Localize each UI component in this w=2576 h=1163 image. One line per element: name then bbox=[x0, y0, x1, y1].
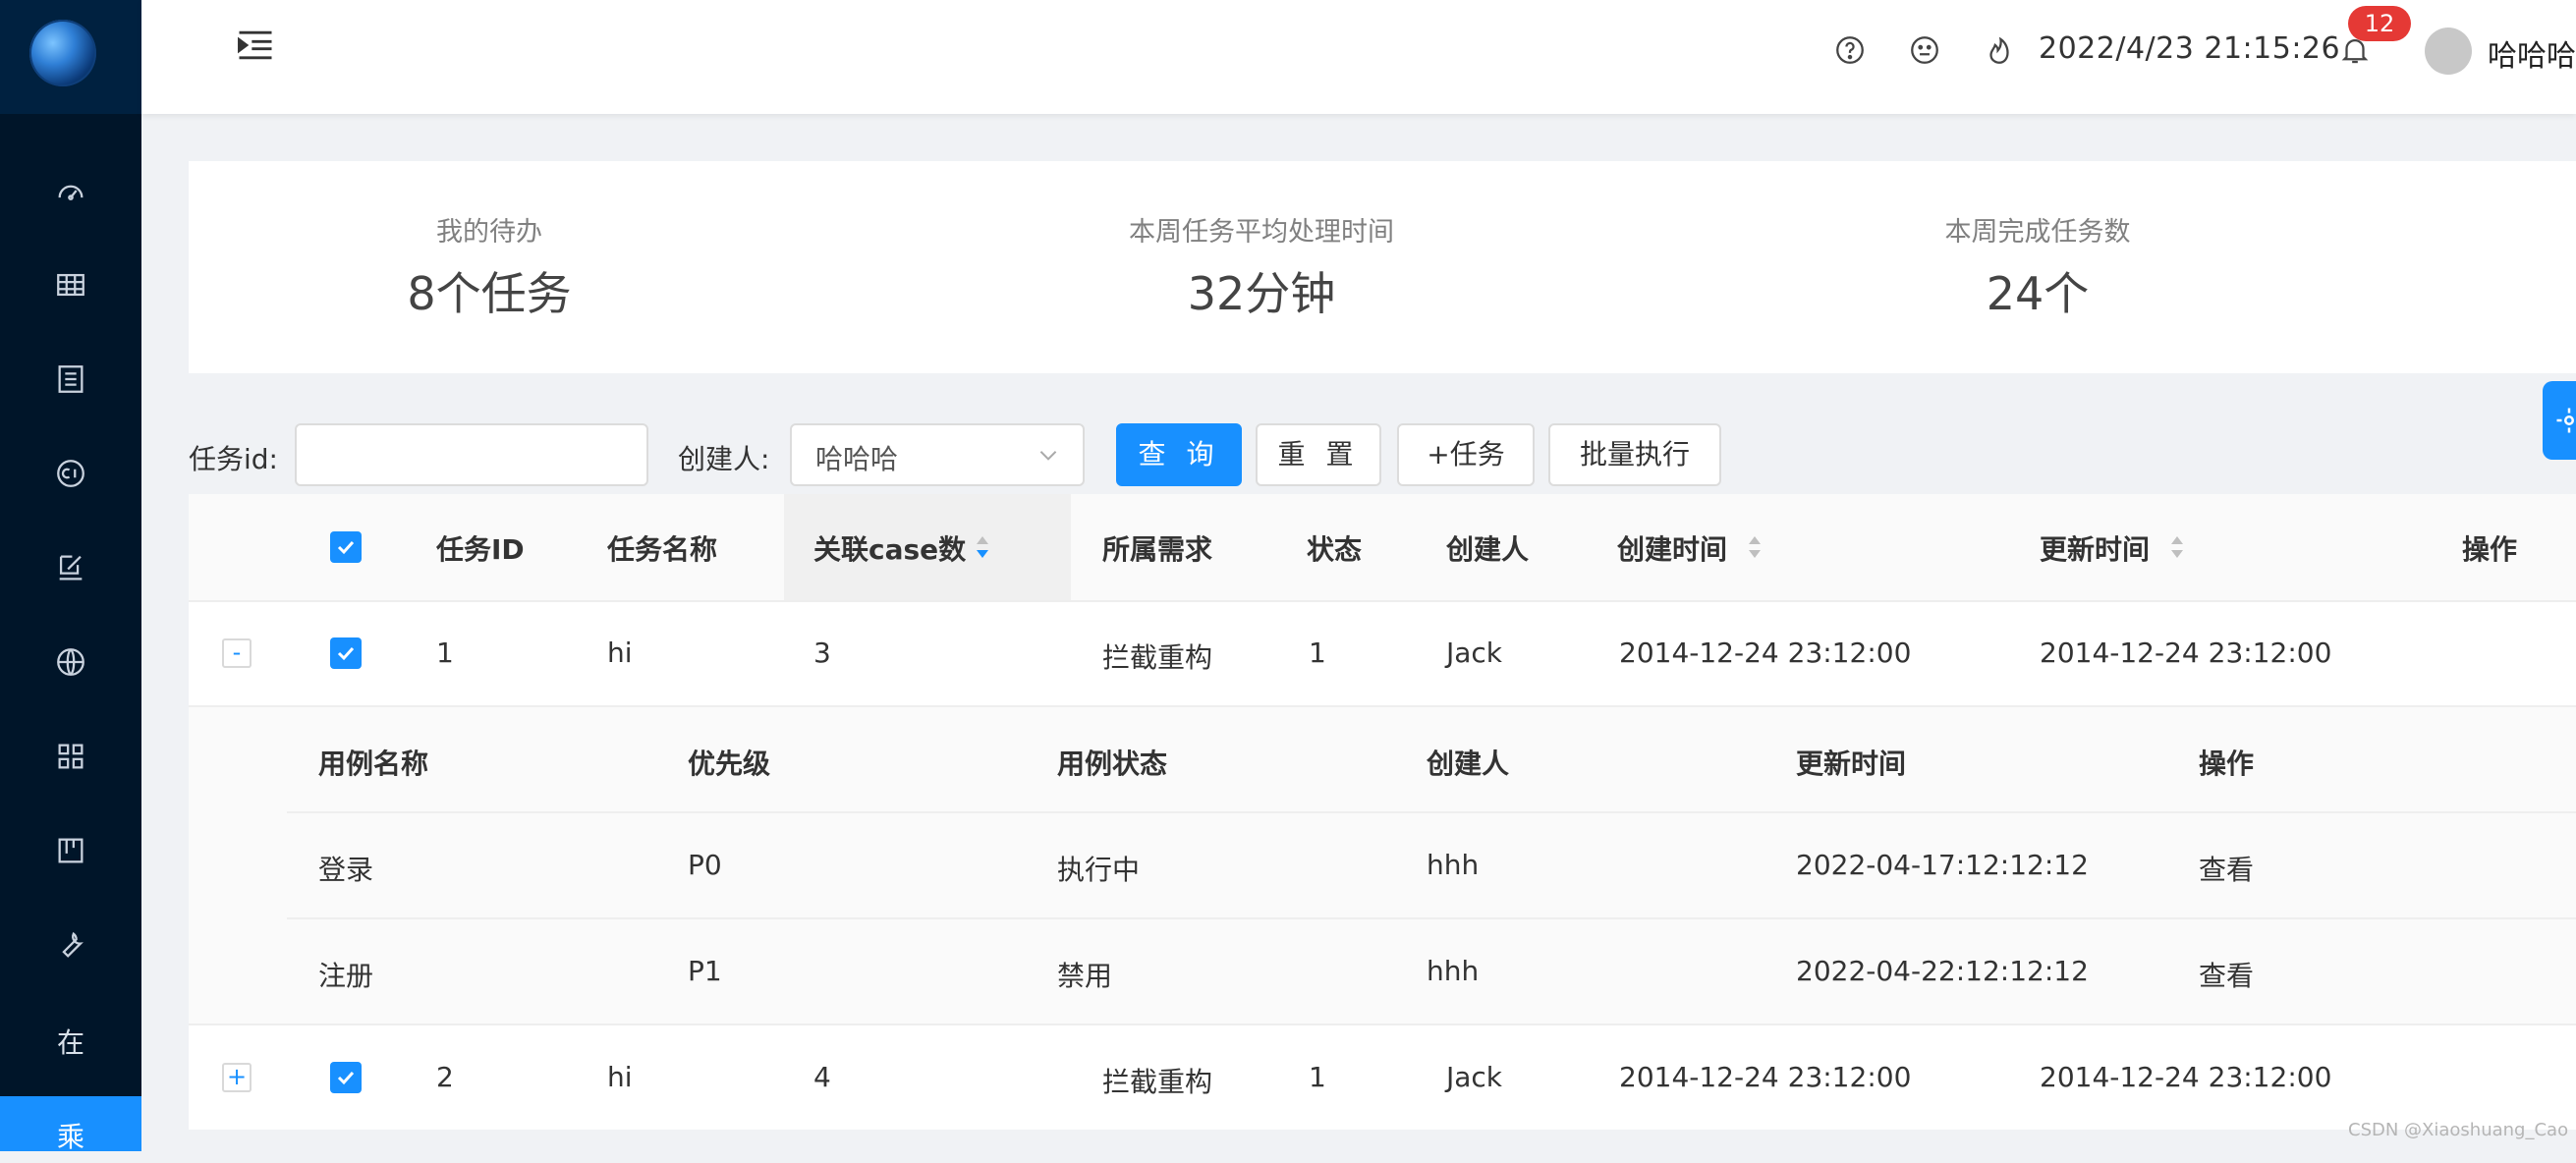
cell-task-id: 2 bbox=[436, 1061, 454, 1093]
sub-cell-creator: hhh bbox=[1427, 849, 1480, 881]
creator-label: 创建人: bbox=[678, 443, 770, 475]
cell-created-time: 2014-12-24 23:12:00 bbox=[1619, 1061, 1912, 1093]
ci-icon[interactable] bbox=[0, 444, 141, 503]
col-status[interactable]: 状态 bbox=[1307, 528, 1362, 568]
cell-requirement: 拦截重构 bbox=[1102, 1066, 1213, 1098]
stat-value: 24个 bbox=[1986, 267, 2090, 320]
sub-col-case-status: 用例状态 bbox=[1057, 748, 1168, 780]
sidebar-item-active-text[interactable]: 乘 bbox=[0, 1108, 141, 1163]
sub-cell-updated-time: 2022-04-22:12:12:12 bbox=[1796, 955, 2089, 987]
list-icon[interactable] bbox=[0, 350, 141, 409]
stat-value: 8个任务 bbox=[407, 267, 572, 320]
row-expand-button[interactable]: + bbox=[222, 1063, 252, 1092]
sort-icon[interactable] bbox=[975, 532, 990, 562]
sub-row-divider bbox=[287, 917, 2576, 919]
header-datetime: 2022/4/23 21:15:26 bbox=[2039, 31, 2341, 66]
batch-execute-button[interactable]: 批量执行 bbox=[1548, 423, 1721, 486]
add-task-button[interactable]: +任务 bbox=[1397, 423, 1535, 486]
select-all-checkbox[interactable] bbox=[330, 531, 362, 563]
edit-icon[interactable] bbox=[0, 538, 141, 597]
stat-label: 本周完成任务数 bbox=[1944, 217, 2131, 248]
cell-case-count: 3 bbox=[813, 637, 831, 669]
sub-col-actions: 操作 bbox=[2199, 748, 2255, 780]
cell-creator: Jack bbox=[1446, 1061, 1503, 1093]
col-creator[interactable]: 创建人 bbox=[1446, 528, 1529, 568]
stat-label: 我的待办 bbox=[436, 217, 542, 248]
cell-updated-time: 2014-12-24 23:12:00 bbox=[2040, 1061, 2332, 1093]
stat-value: 32分钟 bbox=[1187, 267, 1336, 320]
apps-icon[interactable] bbox=[0, 727, 141, 786]
stat-avg-time: 本周任务平均处理时间 32分钟 bbox=[967, 161, 1556, 323]
table-icon[interactable] bbox=[0, 255, 141, 314]
row-checkbox[interactable] bbox=[330, 1062, 362, 1093]
col-updated-time[interactable]: 更新时间 bbox=[2040, 528, 2150, 568]
globe-icon[interactable] bbox=[0, 633, 141, 692]
col-actions: 操作 bbox=[2462, 533, 2518, 566]
row-collapse-button[interactable]: - bbox=[222, 638, 252, 668]
creator-select-value: 哈哈哈 bbox=[815, 443, 899, 475]
settings-float-tab[interactable] bbox=[2543, 381, 2576, 460]
sort-icon[interactable] bbox=[1747, 532, 1763, 562]
stat-todo: 我的待办 8个任务 bbox=[195, 161, 784, 323]
stat-completed: 本周完成任务数 24个 bbox=[1743, 161, 2332, 323]
sidebar-item-text[interactable]: 在 bbox=[0, 1012, 141, 1071]
cell-requirement: 拦截重构 bbox=[1102, 641, 1213, 674]
dashboard-icon[interactable] bbox=[0, 161, 141, 220]
username[interactable]: 哈哈哈 bbox=[2488, 31, 2576, 75]
sub-col-creator: 创建人 bbox=[1427, 748, 1510, 780]
watermark: CSDN @Xiaoshuang_Cao bbox=[2348, 1120, 2569, 1140]
sub-col-case-name: 用例名称 bbox=[318, 748, 429, 780]
table-header bbox=[189, 494, 2576, 602]
avatar[interactable] bbox=[2425, 28, 2472, 75]
col-task-id[interactable]: 任务ID bbox=[436, 528, 525, 568]
view-link[interactable]: 查看 bbox=[2199, 955, 2254, 994]
cell-task-name: hi bbox=[607, 637, 633, 669]
task-id-input[interactable] bbox=[295, 423, 648, 486]
sub-col-updated-time: 更新时间 bbox=[1796, 748, 1907, 780]
view-link[interactable]: 查看 bbox=[2199, 849, 2254, 888]
cell-status: 1 bbox=[1309, 1061, 1326, 1093]
sub-cell-priority: P1 bbox=[688, 955, 722, 987]
sub-cell-case-name: 注册 bbox=[318, 960, 374, 992]
sub-cell-status: 禁用 bbox=[1057, 960, 1113, 992]
col-requirement[interactable]: 所属需求 bbox=[1102, 528, 1212, 568]
cell-task-id: 1 bbox=[436, 637, 454, 669]
sub-col-priority: 优先级 bbox=[688, 748, 771, 780]
sort-icon[interactable] bbox=[2169, 532, 2185, 562]
sub-cell-creator: hhh bbox=[1427, 955, 1480, 987]
col-task-name[interactable]: 任务名称 bbox=[607, 528, 717, 568]
col-created-time[interactable]: 创建时间 bbox=[1617, 528, 1727, 568]
sub-cell-updated-time: 2022-04-17:12:12:12 bbox=[1796, 849, 2089, 881]
wrench-icon[interactable] bbox=[0, 915, 141, 974]
cell-case-count: 4 bbox=[813, 1061, 831, 1093]
col-case-count[interactable]: 关联case数 bbox=[813, 528, 966, 568]
query-button[interactable]: 查 询 bbox=[1116, 423, 1242, 486]
notification-badge: 12 bbox=[2348, 6, 2411, 41]
logo[interactable] bbox=[29, 20, 96, 86]
help-icon[interactable] bbox=[1833, 33, 1867, 67]
sub-cell-priority: P0 bbox=[688, 849, 722, 881]
reset-button[interactable]: 重 置 bbox=[1256, 423, 1381, 486]
cell-updated-time: 2014-12-24 23:12:00 bbox=[2040, 637, 2332, 669]
row-checkbox[interactable] bbox=[330, 637, 362, 669]
cell-task-name: hi bbox=[607, 1061, 633, 1093]
fire-icon[interactable] bbox=[1983, 33, 2016, 67]
task-id-label: 任务id: bbox=[189, 443, 278, 475]
sub-cell-status: 执行中 bbox=[1057, 854, 1141, 886]
cell-created-time: 2014-12-24 23:12:00 bbox=[1619, 637, 1912, 669]
sidebar-item-label: 乘 bbox=[56, 1121, 84, 1153]
board-icon[interactable] bbox=[0, 821, 141, 880]
stat-label: 本周任务平均处理时间 bbox=[1129, 217, 1394, 248]
smile-icon[interactable] bbox=[1908, 33, 1941, 67]
stats-card: 我的待办 8个任务 本周任务平均处理时间 32分钟 本周完成任务数 24个 bbox=[189, 161, 2576, 373]
sub-row-divider bbox=[287, 811, 2576, 813]
cell-creator: Jack bbox=[1446, 637, 1503, 669]
menu-fold-icon[interactable] bbox=[234, 24, 277, 67]
row-divider bbox=[189, 1024, 2576, 1025]
chevron-down-icon bbox=[1036, 442, 1061, 468]
cell-status: 1 bbox=[1309, 637, 1326, 669]
sidebar-item-label: 在 bbox=[56, 1026, 84, 1059]
sub-cell-case-name: 登录 bbox=[318, 854, 374, 886]
